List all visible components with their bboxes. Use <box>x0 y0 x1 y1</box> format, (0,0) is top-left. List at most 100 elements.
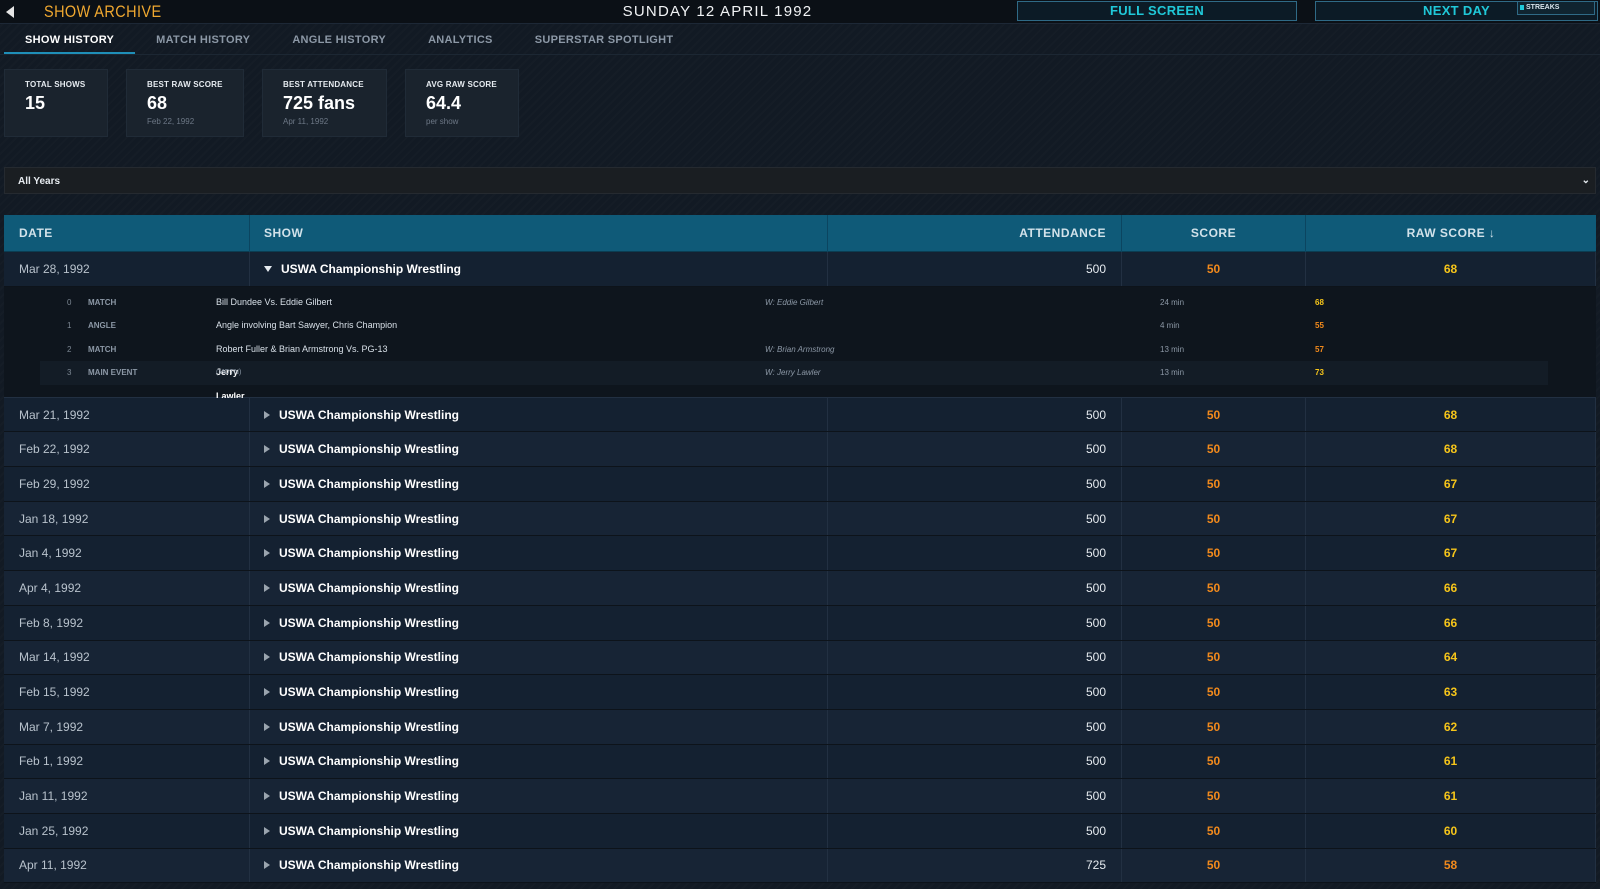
table-row[interactable]: Feb 29, 1992 USWA Championship Wrestling 5… <box>4 467 1596 502</box>
chevron-down-icon: ⌄ <box>1581 175 1590 186</box>
column-header-score[interactable]: SCORE <box>1122 215 1306 252</box>
table-row-expanded[interactable]: Mar 28, 1992 USWA Championship Wrestling… <box>4 252 1596 287</box>
table-row[interactable]: Apr 11, 1992 USWA Championship Wrestling 7… <box>4 848 1596 884</box>
table-row[interactable]: Jan 18, 1992 USWA Championship Wrestling 5… <box>4 501 1596 537</box>
row-date: Mar 7, 1992 <box>4 709 250 744</box>
tab-superstar-spotlight[interactable]: SUPERSTAR SPOTLIGHT <box>514 26 695 54</box>
year-filter-select[interactable]: All Years ⌄ <box>4 167 1596 194</box>
year-filter-value: All Years <box>18 176 61 187</box>
table-row[interactable]: Jan 4, 1992 USWA Championship Wrestling 50… <box>4 536 1596 572</box>
row-raw-score: 67 <box>1306 467 1596 501</box>
row-date: Feb 1, 1992 <box>4 744 250 779</box>
segment-duration: 4 min <box>1160 321 1180 331</box>
row-score: 50 <box>1122 675 1306 709</box>
column-header-date[interactable]: DATE <box>4 215 250 252</box>
row-score: 50 <box>1122 605 1306 640</box>
stat-label: BEST RAW SCORE <box>147 80 223 89</box>
segment-duration: 13 min <box>1160 368 1185 378</box>
row-attendance: 500 <box>828 813 1122 848</box>
expand-caret-icon[interactable] <box>264 722 270 731</box>
tab-show-history[interactable]: SHOW HISTORY <box>4 26 136 54</box>
table-row[interactable]: Mar 21, 1992 USWA Championship Wrestling 5… <box>4 397 1596 433</box>
stat-label: TOTAL SHOWS <box>25 80 86 89</box>
row-date: Apr 4, 1992 <box>4 571 250 605</box>
expand-caret-icon[interactable] <box>264 410 270 419</box>
stat-value: 64.4 <box>426 93 462 113</box>
segment-type: MATCH <box>88 344 117 354</box>
expand-caret-icon[interactable] <box>264 549 270 558</box>
column-header-raw-score[interactable]: RAW SCORE ↓ <box>1306 215 1596 252</box>
table-row[interactable]: Feb 22, 1992 USWA Championship Wrestling 5… <box>4 432 1596 468</box>
expand-caret-icon[interactable] <box>264 618 270 627</box>
row-raw-score: 62 <box>1306 709 1596 744</box>
stat-card-best-attendance: BEST ATTENDANCE 725 fans Apr 11, 1992 <box>262 69 387 137</box>
stat-value: 725 fans <box>283 93 356 113</box>
streaks-button[interactable]: STREAKS <box>1517 1 1595 15</box>
row-show: USWA Championship Wrestling <box>250 536 828 571</box>
row-date: Feb 8, 1992 <box>4 605 250 640</box>
row-date: Jan 18, 1992 <box>4 501 250 536</box>
row-attendance: 725 <box>828 848 1122 883</box>
table-row[interactable]: Feb 1, 1992 USWA Championship Wrestling 50… <box>4 744 1596 780</box>
row-raw-score: 68 <box>1306 397 1596 432</box>
segment-description: Robert Fuller & Brian Armstrong Vs. PG-1… <box>216 343 388 354</box>
column-header-attendance[interactable]: ATTENDANCE <box>828 215 1122 252</box>
expand-caret-icon[interactable] <box>264 653 270 662</box>
row-show-name: USWA Championship Wrestling <box>279 546 460 561</box>
row-raw-score: 63 <box>1306 675 1596 709</box>
expand-caret-icon[interactable] <box>264 688 270 697</box>
stat-label: BEST ATTENDANCE <box>283 80 364 89</box>
table-row[interactable]: Jan 25, 1992 USWA Championship Wrestling 5… <box>4 813 1596 849</box>
row-show: USWA Championship Wrestling <box>250 397 828 432</box>
row-attendance: 500 <box>828 675 1122 709</box>
row-attendance: 500 <box>828 779 1122 813</box>
collapse-caret-icon[interactable] <box>264 265 272 272</box>
row-show: USWA Championship Wrestling <box>250 744 828 779</box>
expand-caret-icon[interactable] <box>264 514 270 523</box>
show-history-table: DATE SHOW ATTENDANCE SCORE RAW SCORE ↓ M… <box>4 215 1596 884</box>
row-show-name: USWA Championship Wrestling <box>279 754 460 769</box>
full-screen-button[interactable]: FULL SCREEN <box>1017 1 1297 21</box>
row-raw-score: 64 <box>1306 640 1596 675</box>
table-row[interactable]: Jan 11, 1992 USWA Championship Wrestling 5… <box>4 779 1596 814</box>
tab-match-history[interactable]: MATCH HISTORY <box>135 26 271 54</box>
table-row[interactable]: Mar 7, 1992 USWA Championship Wrestling 50… <box>4 709 1596 745</box>
row-attendance: 500 <box>828 605 1122 640</box>
stat-label: AVG RAW SCORE <box>426 80 497 89</box>
segment-index: 3 <box>67 368 72 378</box>
row-attendance: 500 <box>828 640 1122 675</box>
column-header-show[interactable]: SHOW <box>250 215 828 252</box>
expand-caret-icon[interactable] <box>264 757 270 766</box>
segment-duration: 13 min <box>1160 344 1185 354</box>
row-show-name: USWA Championship Wrestling <box>279 685 460 700</box>
row-show-name: USWA Championship Wrestling <box>279 823 460 838</box>
stat-card-best-raw-score: BEST RAW SCORE 68 Feb 22, 1992 <box>126 69 244 137</box>
expand-caret-icon[interactable] <box>264 861 270 870</box>
expand-caret-icon[interactable] <box>264 792 270 801</box>
expand-caret-icon[interactable] <box>264 479 270 488</box>
tab-analytics[interactable]: ANALYTICS <box>407 26 514 54</box>
row-raw-score: 60 <box>1306 813 1596 848</box>
segment-description: Angle involving Bart Sawyer, Chris Champ… <box>216 320 398 331</box>
row-show: USWA Championship Wrestling <box>250 813 828 848</box>
motn-tag: (MOTN) <box>216 369 242 377</box>
row-score: 50 <box>1122 536 1306 571</box>
segment-index: 0 <box>67 297 72 307</box>
table-row[interactable]: Feb 15, 1992 USWA Championship Wrestling 5… <box>4 675 1596 710</box>
segment-score: 57 <box>1315 344 1324 354</box>
segment-winner: W: Jerry Lawler <box>765 368 821 378</box>
row-attendance: 500 <box>828 744 1122 779</box>
tab-angle-history[interactable]: ANGLE HISTORY <box>271 26 407 54</box>
table-row[interactable]: Mar 14, 1992 USWA Championship Wrestling 5… <box>4 640 1596 676</box>
row-score: 50 <box>1122 640 1306 675</box>
expand-caret-icon[interactable] <box>264 445 270 454</box>
table-row[interactable]: Feb 8, 1992 USWA Championship Wrestling 50… <box>4 605 1596 641</box>
row-attendance: 500 <box>828 397 1122 432</box>
stat-card-total-shows: TOTAL SHOWS 15 <box>4 69 108 137</box>
row-attendance: 500 <box>828 709 1122 744</box>
expand-caret-icon[interactable] <box>264 583 270 592</box>
segment-row: 1 ANGLE Angle involving Bart Sawyer, Chr… <box>40 314 1548 338</box>
table-row[interactable]: Apr 4, 1992 USWA Championship Wrestling 50… <box>4 571 1596 606</box>
expand-caret-icon[interactable] <box>264 826 270 835</box>
row-show: USWA Championship Wrestling <box>250 467 828 501</box>
